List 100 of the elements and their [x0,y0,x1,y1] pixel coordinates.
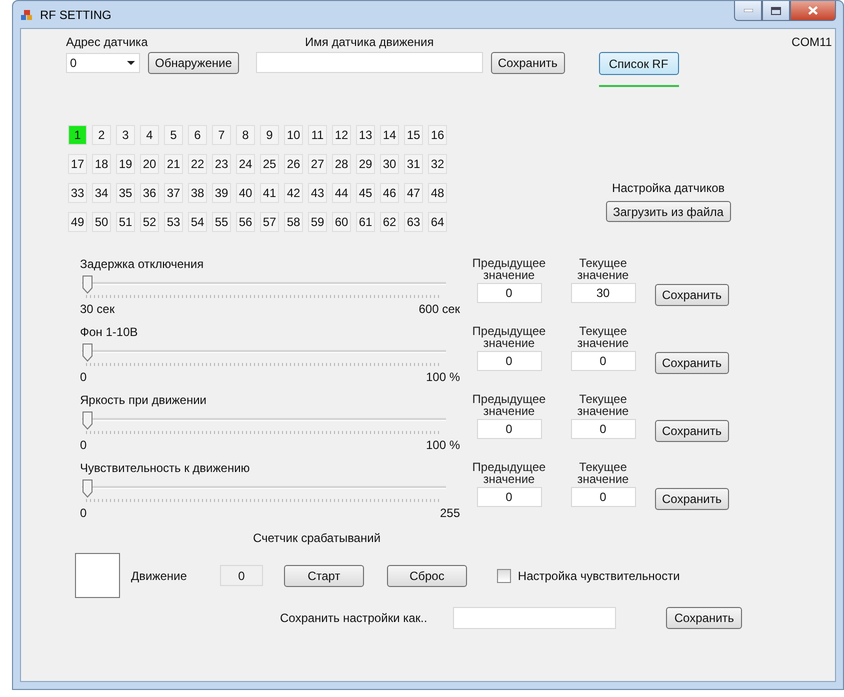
sensor-cell[interactable]: 20 [140,154,159,174]
sensor-name-field[interactable] [256,52,483,73]
save-button[interactable]: Сохранить [655,284,729,306]
sensor-cell[interactable]: 25 [260,154,279,174]
sensor-cell[interactable]: 47 [404,183,423,203]
current-value-field[interactable]: 0 [570,351,636,371]
sensor-cell[interactable]: 19 [116,154,135,174]
sensor-cell[interactable]: 11 [308,125,327,145]
slider-track[interactable] [82,343,446,363]
sensor-cell[interactable]: 4 [140,125,159,145]
sensor-cell[interactable]: 40 [236,183,255,203]
slider-thumb[interactable] [82,411,93,430]
minimize-icon[interactable] [734,1,762,21]
sensor-cell[interactable]: 6 [188,125,207,145]
maximize-icon[interactable] [762,1,790,21]
sensor-cell[interactable]: 32 [428,154,447,174]
slider-track[interactable] [82,275,446,295]
sensor-cell[interactable]: 49 [68,212,87,232]
slider-thumb[interactable] [82,275,93,294]
current-value-field[interactable]: 0 [570,419,636,439]
sensor-cell[interactable]: 46 [380,183,399,203]
sensor-cell[interactable]: 27 [308,154,327,174]
sensor-cell[interactable]: 64 [428,212,447,232]
sensor-cell[interactable]: 37 [164,183,183,203]
sensor-cell[interactable]: 61 [356,212,375,232]
sensor-cell[interactable]: 33 [68,183,87,203]
current-value-field[interactable]: 30 [570,283,636,303]
sensor-cell[interactable]: 18 [92,154,111,174]
sensor-cell[interactable]: 9 [260,125,279,145]
sensor-cell[interactable]: 22 [188,154,207,174]
sensor-cell[interactable]: 23 [212,154,231,174]
sensor-cell[interactable]: 7 [212,125,231,145]
checkbox[interactable] [496,568,511,582]
sensor-cell[interactable]: 41 [260,183,279,203]
save-button[interactable]: Сохранить [666,607,742,629]
sensor-cell[interactable]: 8 [236,125,255,145]
sensor-cell[interactable]: 53 [164,212,183,232]
current-value-field[interactable]: 0 [570,487,636,507]
sensor-cell[interactable]: 51 [116,212,135,232]
sensor-cell[interactable]: 5 [164,125,183,145]
sensor-cell[interactable]: 50 [92,212,111,232]
sensor-cell[interactable]: 29 [356,154,375,174]
sensor-cell[interactable]: 48 [428,183,447,203]
save-button[interactable]: Сохранить [655,488,729,510]
sensor-cell[interactable]: 60 [332,212,351,232]
sensor-cell[interactable]: 1 [68,125,87,145]
sensor-cell[interactable]: 57 [260,212,279,232]
sensor-cell[interactable]: 44 [332,183,351,203]
slider-track[interactable] [82,411,446,431]
sensor-cell[interactable]: 55 [212,212,231,232]
sensor-cell[interactable]: 15 [404,125,423,145]
sensor-cell[interactable]: 35 [116,183,135,203]
column-header: Текущее значение [577,325,629,349]
sensor-cell[interactable]: 38 [188,183,207,203]
sensor-cell[interactable]: 30 [380,154,399,174]
save-button[interactable]: Сохранить [655,420,729,442]
sensor-cell[interactable]: 45 [356,183,375,203]
checkbox-label: Настройка чувствительности [518,568,680,582]
sensor-cell[interactable]: 17 [68,154,87,174]
sensor-cell[interactable]: 13 [356,125,375,145]
slider-track[interactable] [82,479,446,499]
column-header: Текущее значение [577,393,629,417]
sensor-cell[interactable]: 31 [404,154,423,174]
column-header: Предыдущее значение [472,461,546,485]
slider-thumb[interactable] [82,479,93,498]
sensor-cell[interactable]: 56 [236,212,255,232]
sensor-cell[interactable]: 24 [236,154,255,174]
sensor-cell[interactable]: 36 [140,183,159,203]
start-button[interactable]: Старт [284,564,364,586]
sensor-cell[interactable]: 2 [92,125,111,145]
save-button[interactable]: Сохранить [655,352,729,374]
sensor-cell[interactable]: 34 [92,183,111,203]
sensor-cell[interactable]: 3 [116,125,135,145]
sensor-cell[interactable]: 28 [332,154,351,174]
save-button[interactable]: Сохранить [490,52,565,74]
sensor-cell[interactable]: 62 [380,212,399,232]
sensor-cell[interactable]: 59 [308,212,327,232]
detect-button[interactable]: Обнаружение [148,52,239,74]
sensor-cell[interactable]: 26 [284,154,303,174]
sensor-cell[interactable]: 52 [140,212,159,232]
sensor-cell[interactable]: 10 [284,125,303,145]
min-label: 0 [80,506,87,520]
load-file-button[interactable]: Загрузить из файла [606,201,731,222]
rf-list-button[interactable]: Список RF [598,52,679,75]
sensor-cell[interactable]: 16 [428,125,447,145]
address-dropdown[interactable]: 0 [66,53,140,73]
sensor-cell[interactable]: 14 [380,125,399,145]
close-icon[interactable] [790,1,836,21]
sensor-cell[interactable]: 54 [188,212,207,232]
sensor-cell[interactable]: 12 [332,125,351,145]
sensor-cell[interactable]: 39 [212,183,231,203]
sensor-cell[interactable]: 63 [404,212,423,232]
sensor-cell[interactable]: 58 [284,212,303,232]
sensor-cell[interactable]: 43 [308,183,327,203]
sensor-cell[interactable]: 21 [164,154,183,174]
reset-button[interactable]: Сброс [386,564,467,586]
save-as-field[interactable] [453,607,616,629]
slider-thumb[interactable] [82,343,93,362]
sensor-cell[interactable]: 42 [284,183,303,203]
max-label: 100 % [426,370,460,384]
